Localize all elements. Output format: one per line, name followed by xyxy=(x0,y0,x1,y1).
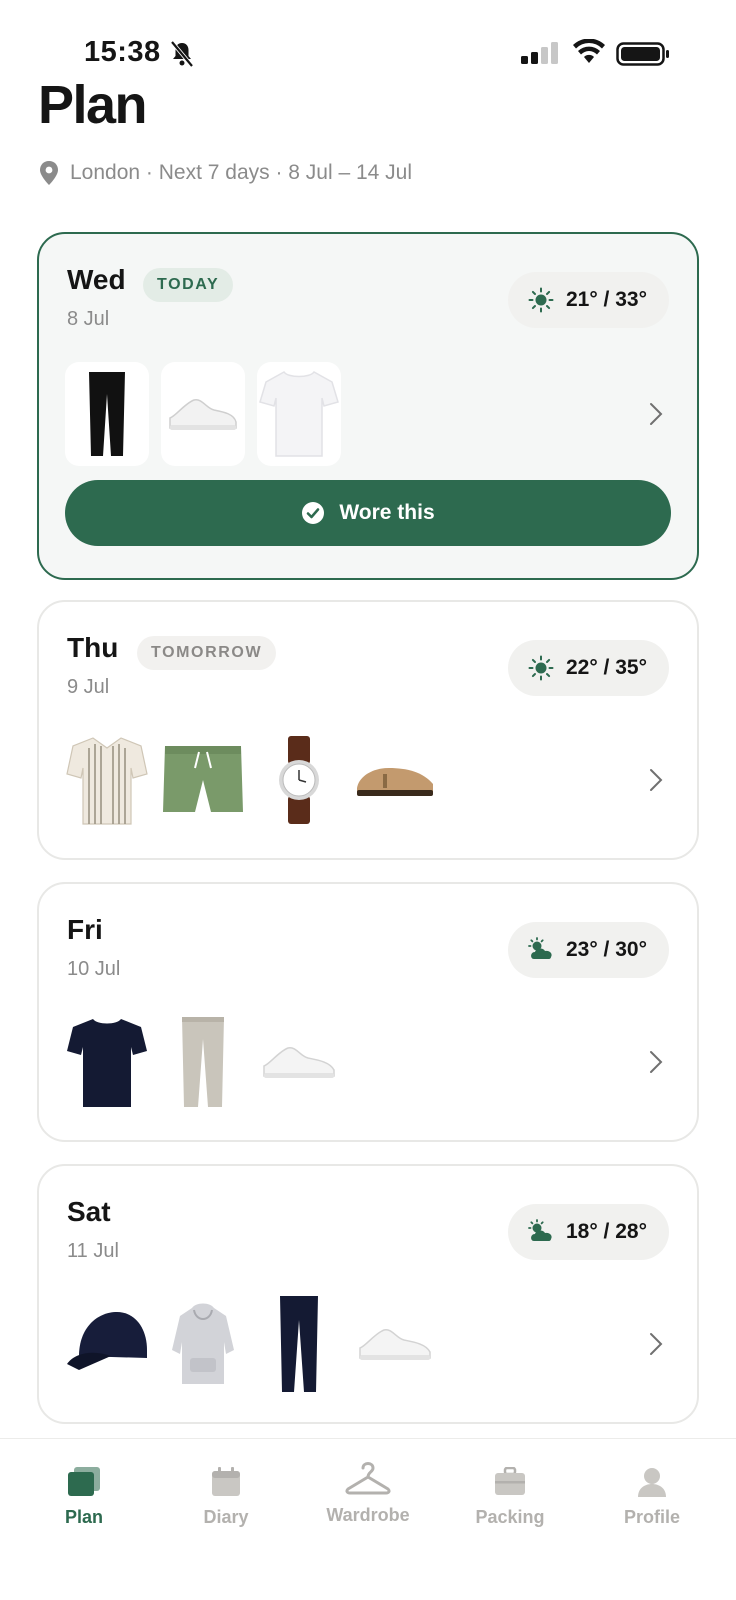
striped-shirt-thumb[interactable] xyxy=(65,728,149,832)
outfit-items xyxy=(65,362,341,466)
partly-cloudy-icon xyxy=(528,937,552,959)
grey-hoodie-thumb[interactable] xyxy=(161,1292,245,1396)
location-subtitle: London · Next 7 days · 8 Jul – 14 Jul xyxy=(38,160,412,186)
partly-cloudy-icon xyxy=(528,1219,552,1241)
day-card-fri[interactable]: Fri 10 Jul 23° / 30° xyxy=(37,882,699,1142)
suitcase-icon xyxy=(495,1467,525,1495)
day-name: Thu xyxy=(67,632,119,663)
chevron-right-icon xyxy=(650,1333,663,1355)
location-text: London · Next 7 days · 8 Jul – 14 Jul xyxy=(70,161,413,184)
day-date: 9 Jul xyxy=(67,676,110,698)
weather-temp: 21° / 33° xyxy=(565,288,647,311)
tab-label: Diary xyxy=(203,1507,249,1527)
tab-diary[interactable]: Diary xyxy=(166,1467,286,1528)
tab-profile[interactable]: Profile xyxy=(592,1467,712,1528)
day-name: Fri xyxy=(67,914,103,945)
plan-icon xyxy=(68,1467,100,1496)
white-sneakers-thumb[interactable] xyxy=(353,1292,437,1396)
status-bar: 15:38 xyxy=(0,36,736,72)
white-sneakers-thumb[interactable] xyxy=(257,1010,341,1114)
day-name: Wed xyxy=(67,264,126,295)
weather-temp: 18° / 28° xyxy=(565,1220,647,1243)
sun-icon xyxy=(528,655,554,681)
wore-this-label: Wore this xyxy=(339,501,435,524)
white-tshirt-thumb[interactable] xyxy=(257,362,341,466)
calendar-icon xyxy=(212,1467,240,1496)
check-circle-icon xyxy=(302,502,325,524)
weather-pill: 18° / 28° xyxy=(507,1204,669,1260)
tab-label: Plan xyxy=(64,1507,103,1527)
day-name: Sat xyxy=(67,1196,111,1227)
day-date: 8 Jul xyxy=(67,308,110,330)
tab-wardrobe[interactable]: Wardrobe xyxy=(308,1459,428,1526)
outfit-items xyxy=(65,1010,341,1114)
today-badge: TODAY xyxy=(143,268,234,302)
black-trousers-thumb[interactable] xyxy=(65,362,149,466)
white-sneakers-thumb[interactable] xyxy=(161,362,245,466)
weather-pill: 21° / 33° xyxy=(507,272,669,328)
tab-label: Profile xyxy=(623,1507,680,1527)
tab-plan[interactable]: Plan xyxy=(24,1467,144,1528)
wifi-icon xyxy=(573,39,605,63)
tab-label: Packing xyxy=(475,1507,545,1527)
weather-temp: 22° / 35° xyxy=(565,656,647,679)
day-date: 10 Jul xyxy=(67,958,121,980)
day-date: 11 Jul xyxy=(67,1240,119,1262)
sun-icon xyxy=(528,287,554,313)
green-shorts-thumb[interactable] xyxy=(161,728,245,832)
battery-icon xyxy=(616,42,669,66)
signal-icon xyxy=(521,42,558,64)
chevron-right-icon xyxy=(650,1051,663,1073)
beige-chinos-thumb[interactable] xyxy=(161,1010,245,1114)
navy-cap-thumb[interactable] xyxy=(65,1292,149,1396)
day-card-thu[interactable]: Thu TOMORROW 9 Jul 22° / 35° xyxy=(37,600,699,860)
person-icon xyxy=(638,1468,666,1497)
weather-temp: 23° / 30° xyxy=(565,938,647,961)
outfit-items xyxy=(65,728,437,832)
weather-pill: 22° / 35° xyxy=(507,640,669,696)
weather-pill: 23° / 30° xyxy=(507,922,669,978)
hanger-icon xyxy=(345,1462,391,1495)
tomorrow-badge: TOMORROW xyxy=(137,636,277,670)
watch-thumb[interactable] xyxy=(257,728,341,832)
page-title: Plan xyxy=(38,75,148,135)
clogs-thumb[interactable] xyxy=(353,728,437,832)
day-card-sat[interactable]: Sat 11 Jul 18° / 28° xyxy=(37,1164,699,1424)
status-time: 15:38 xyxy=(84,36,161,68)
bottom-tab-bar: Plan Diary Wardrobe Packing Profile xyxy=(0,1438,736,1600)
navy-tshirt-thumb[interactable] xyxy=(65,1010,149,1114)
chevron-right-icon xyxy=(650,403,663,425)
location-pin-icon xyxy=(40,161,58,185)
chevron-right-icon xyxy=(650,769,663,791)
bell-muted-icon xyxy=(170,40,194,68)
outfit-items xyxy=(65,1292,437,1396)
tab-label: Wardrobe xyxy=(326,1505,410,1525)
day-card-wed[interactable]: Wed TODAY 8 Jul 21° / 33° Wore this xyxy=(37,232,699,580)
wore-this-button[interactable]: Wore this xyxy=(65,480,671,546)
navy-trousers-thumb[interactable] xyxy=(257,1292,341,1396)
tab-packing[interactable]: Packing xyxy=(450,1467,570,1528)
